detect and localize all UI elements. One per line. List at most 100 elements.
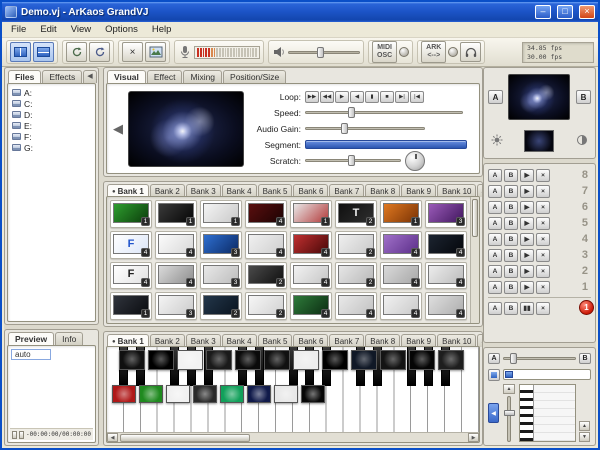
brightness-icon[interactable] bbox=[491, 134, 503, 146]
grid-cell[interactable]: 4 bbox=[380, 262, 422, 290]
mini-piano-keys[interactable] bbox=[520, 385, 534, 441]
fader-track[interactable] bbox=[507, 396, 511, 442]
slider-thumb[interactable] bbox=[317, 47, 324, 58]
channel-a-button[interactable]: A bbox=[488, 249, 502, 262]
channel-b-button[interactable]: B bbox=[504, 265, 518, 278]
minimize-button[interactable]: – bbox=[535, 5, 551, 19]
fader-thumb[interactable] bbox=[504, 410, 515, 416]
loop-mode-button[interactable]: ◀◀ bbox=[320, 91, 334, 103]
crossfader-a-button[interactable]: A bbox=[488, 353, 500, 364]
keyboard-clip-thumbnail[interactable] bbox=[264, 350, 290, 370]
channel-b-button[interactable]: B bbox=[504, 281, 518, 294]
tab-position-size[interactable]: Position/Size bbox=[223, 70, 286, 83]
master-pause-button[interactable]: ▮▮ bbox=[520, 302, 534, 315]
loop-mode-button[interactable]: |◀ bbox=[410, 91, 424, 103]
layout-stack-button[interactable] bbox=[33, 42, 54, 62]
drive-item[interactable]: C: bbox=[8, 98, 95, 109]
drive-item[interactable]: A: bbox=[8, 87, 95, 98]
playlist-item-auto[interactable]: auto bbox=[11, 349, 51, 360]
loop-mode-button[interactable]: ▶▶ bbox=[305, 91, 319, 103]
channel-stop-button[interactable]: × bbox=[536, 217, 550, 230]
grid-cell[interactable]: 4 bbox=[245, 231, 287, 259]
grid-cell[interactable]: 4 bbox=[290, 292, 332, 320]
keyboard-clip-thumbnail[interactable] bbox=[351, 350, 377, 370]
grid-cell[interactable]: 4 bbox=[425, 231, 467, 259]
grid-cell[interactable]: 4 bbox=[245, 200, 287, 228]
channel-play-button[interactable]: ▶ bbox=[520, 201, 534, 214]
sync-b-button[interactable] bbox=[89, 42, 110, 62]
sync-a-button[interactable] bbox=[66, 42, 87, 62]
title-bar[interactable]: Demo.vj - ArKaos GrandVJ – □ × bbox=[2, 2, 598, 22]
loop-mode-button[interactable]: ▶ bbox=[335, 91, 349, 103]
grid-cell[interactable]: 4 bbox=[155, 231, 197, 259]
grid-cell[interactable]: 1 bbox=[200, 200, 242, 228]
midi-osc-button[interactable]: MIDI OSC bbox=[372, 41, 397, 63]
grid-cell[interactable]: 4 bbox=[335, 292, 377, 320]
slider-thumb[interactable] bbox=[510, 353, 517, 364]
master-a-button[interactable]: A bbox=[488, 302, 502, 315]
tab-effect[interactable]: Effect bbox=[147, 70, 183, 83]
keyboard-clip-thumbnail[interactable] bbox=[112, 385, 136, 403]
grid-cell[interactable]: 4 bbox=[380, 292, 422, 320]
keyboard-clip-thumbnail[interactable] bbox=[148, 350, 174, 370]
grid-cell[interactable]: 4 bbox=[290, 262, 332, 290]
channel-stop-button[interactable]: × bbox=[536, 233, 550, 246]
menu-edit[interactable]: Edit bbox=[33, 23, 63, 36]
grid-cell[interactable]: 4 bbox=[380, 231, 422, 259]
keyboard-clip-thumbnail[interactable] bbox=[301, 385, 325, 403]
grid-cell[interactable]: 4 bbox=[425, 292, 467, 320]
loop-mode-button[interactable]: ▮ bbox=[365, 91, 379, 103]
piano-keyboard[interactable] bbox=[107, 347, 479, 432]
grid-cell[interactable]: 3 bbox=[200, 231, 242, 259]
audio-gain-slider[interactable] bbox=[305, 122, 425, 135]
menu-help[interactable]: Help bbox=[145, 23, 179, 36]
channel-stop-button[interactable]: × bbox=[536, 169, 550, 182]
scroll-right-icon[interactable]: ▶ bbox=[468, 433, 479, 442]
slider-thumb[interactable] bbox=[341, 123, 348, 134]
drive-item[interactable]: D: bbox=[8, 109, 95, 120]
begin-marker-icon[interactable] bbox=[12, 431, 17, 439]
grid-cell[interactable]: 3 bbox=[425, 200, 467, 228]
channel-stop-button[interactable]: × bbox=[536, 281, 550, 294]
channel-stop-button[interactable]: × bbox=[536, 265, 550, 278]
monitor-button[interactable] bbox=[460, 42, 481, 62]
grid-cell[interactable]: 2 bbox=[335, 262, 377, 290]
octave-up-icon[interactable]: ▲ bbox=[579, 421, 590, 431]
keyboard-clip-thumbnail[interactable] bbox=[235, 350, 261, 370]
media-button[interactable] bbox=[145, 42, 166, 62]
tab-scroll-arrow[interactable]: ◀ bbox=[83, 70, 96, 83]
channel-play-button[interactable]: ▶ bbox=[520, 217, 534, 230]
master-b-button[interactable]: B bbox=[504, 302, 518, 315]
channel-b-button[interactable]: B bbox=[504, 217, 518, 230]
grid-cell[interactable]: 3 bbox=[155, 292, 197, 320]
channel-a-button[interactable]: A bbox=[488, 233, 502, 246]
channel-b-button[interactable]: B bbox=[504, 249, 518, 262]
channel-a-button[interactable]: A bbox=[488, 201, 502, 214]
loop-mode-button[interactable]: ■ bbox=[380, 91, 394, 103]
grid-cell[interactable]: 1 bbox=[110, 200, 152, 228]
clear-button[interactable]: × bbox=[122, 42, 143, 62]
grid-cell[interactable]: 2 bbox=[335, 231, 377, 259]
mini-piano-grid[interactable] bbox=[534, 385, 575, 441]
ark-connect-button[interactable]: ARK <--> bbox=[421, 41, 446, 63]
menu-options[interactable]: Options bbox=[98, 23, 145, 36]
channel-play-button[interactable]: ▶ bbox=[520, 233, 534, 246]
scroll-left-icon[interactable]: ◀ bbox=[107, 433, 118, 442]
grid-cell[interactable]: 4 bbox=[155, 262, 197, 290]
channel-play-button[interactable]: ▶ bbox=[520, 281, 534, 294]
drive-item[interactable]: G: bbox=[8, 142, 95, 153]
contrast-icon[interactable] bbox=[576, 134, 588, 146]
output-preview[interactable] bbox=[508, 74, 570, 120]
end-marker-icon[interactable] bbox=[19, 431, 24, 439]
notification-badge[interactable]: 1 bbox=[579, 300, 594, 315]
tab-files[interactable]: Files bbox=[8, 70, 41, 83]
grid-cell[interactable]: F4 bbox=[110, 231, 152, 259]
channel-stop-button[interactable]: × bbox=[536, 201, 550, 214]
scratch-knob[interactable] bbox=[405, 151, 425, 171]
crossfader-b-button[interactable]: B bbox=[579, 353, 591, 364]
keyboard-clip-thumbnail[interactable] bbox=[274, 385, 298, 403]
speed-slider[interactable] bbox=[305, 106, 463, 119]
fader-up-icon[interactable]: ▲ bbox=[503, 384, 515, 394]
grid-scrollbar[interactable] bbox=[470, 197, 479, 323]
channel-a-button[interactable]: A bbox=[488, 169, 502, 182]
